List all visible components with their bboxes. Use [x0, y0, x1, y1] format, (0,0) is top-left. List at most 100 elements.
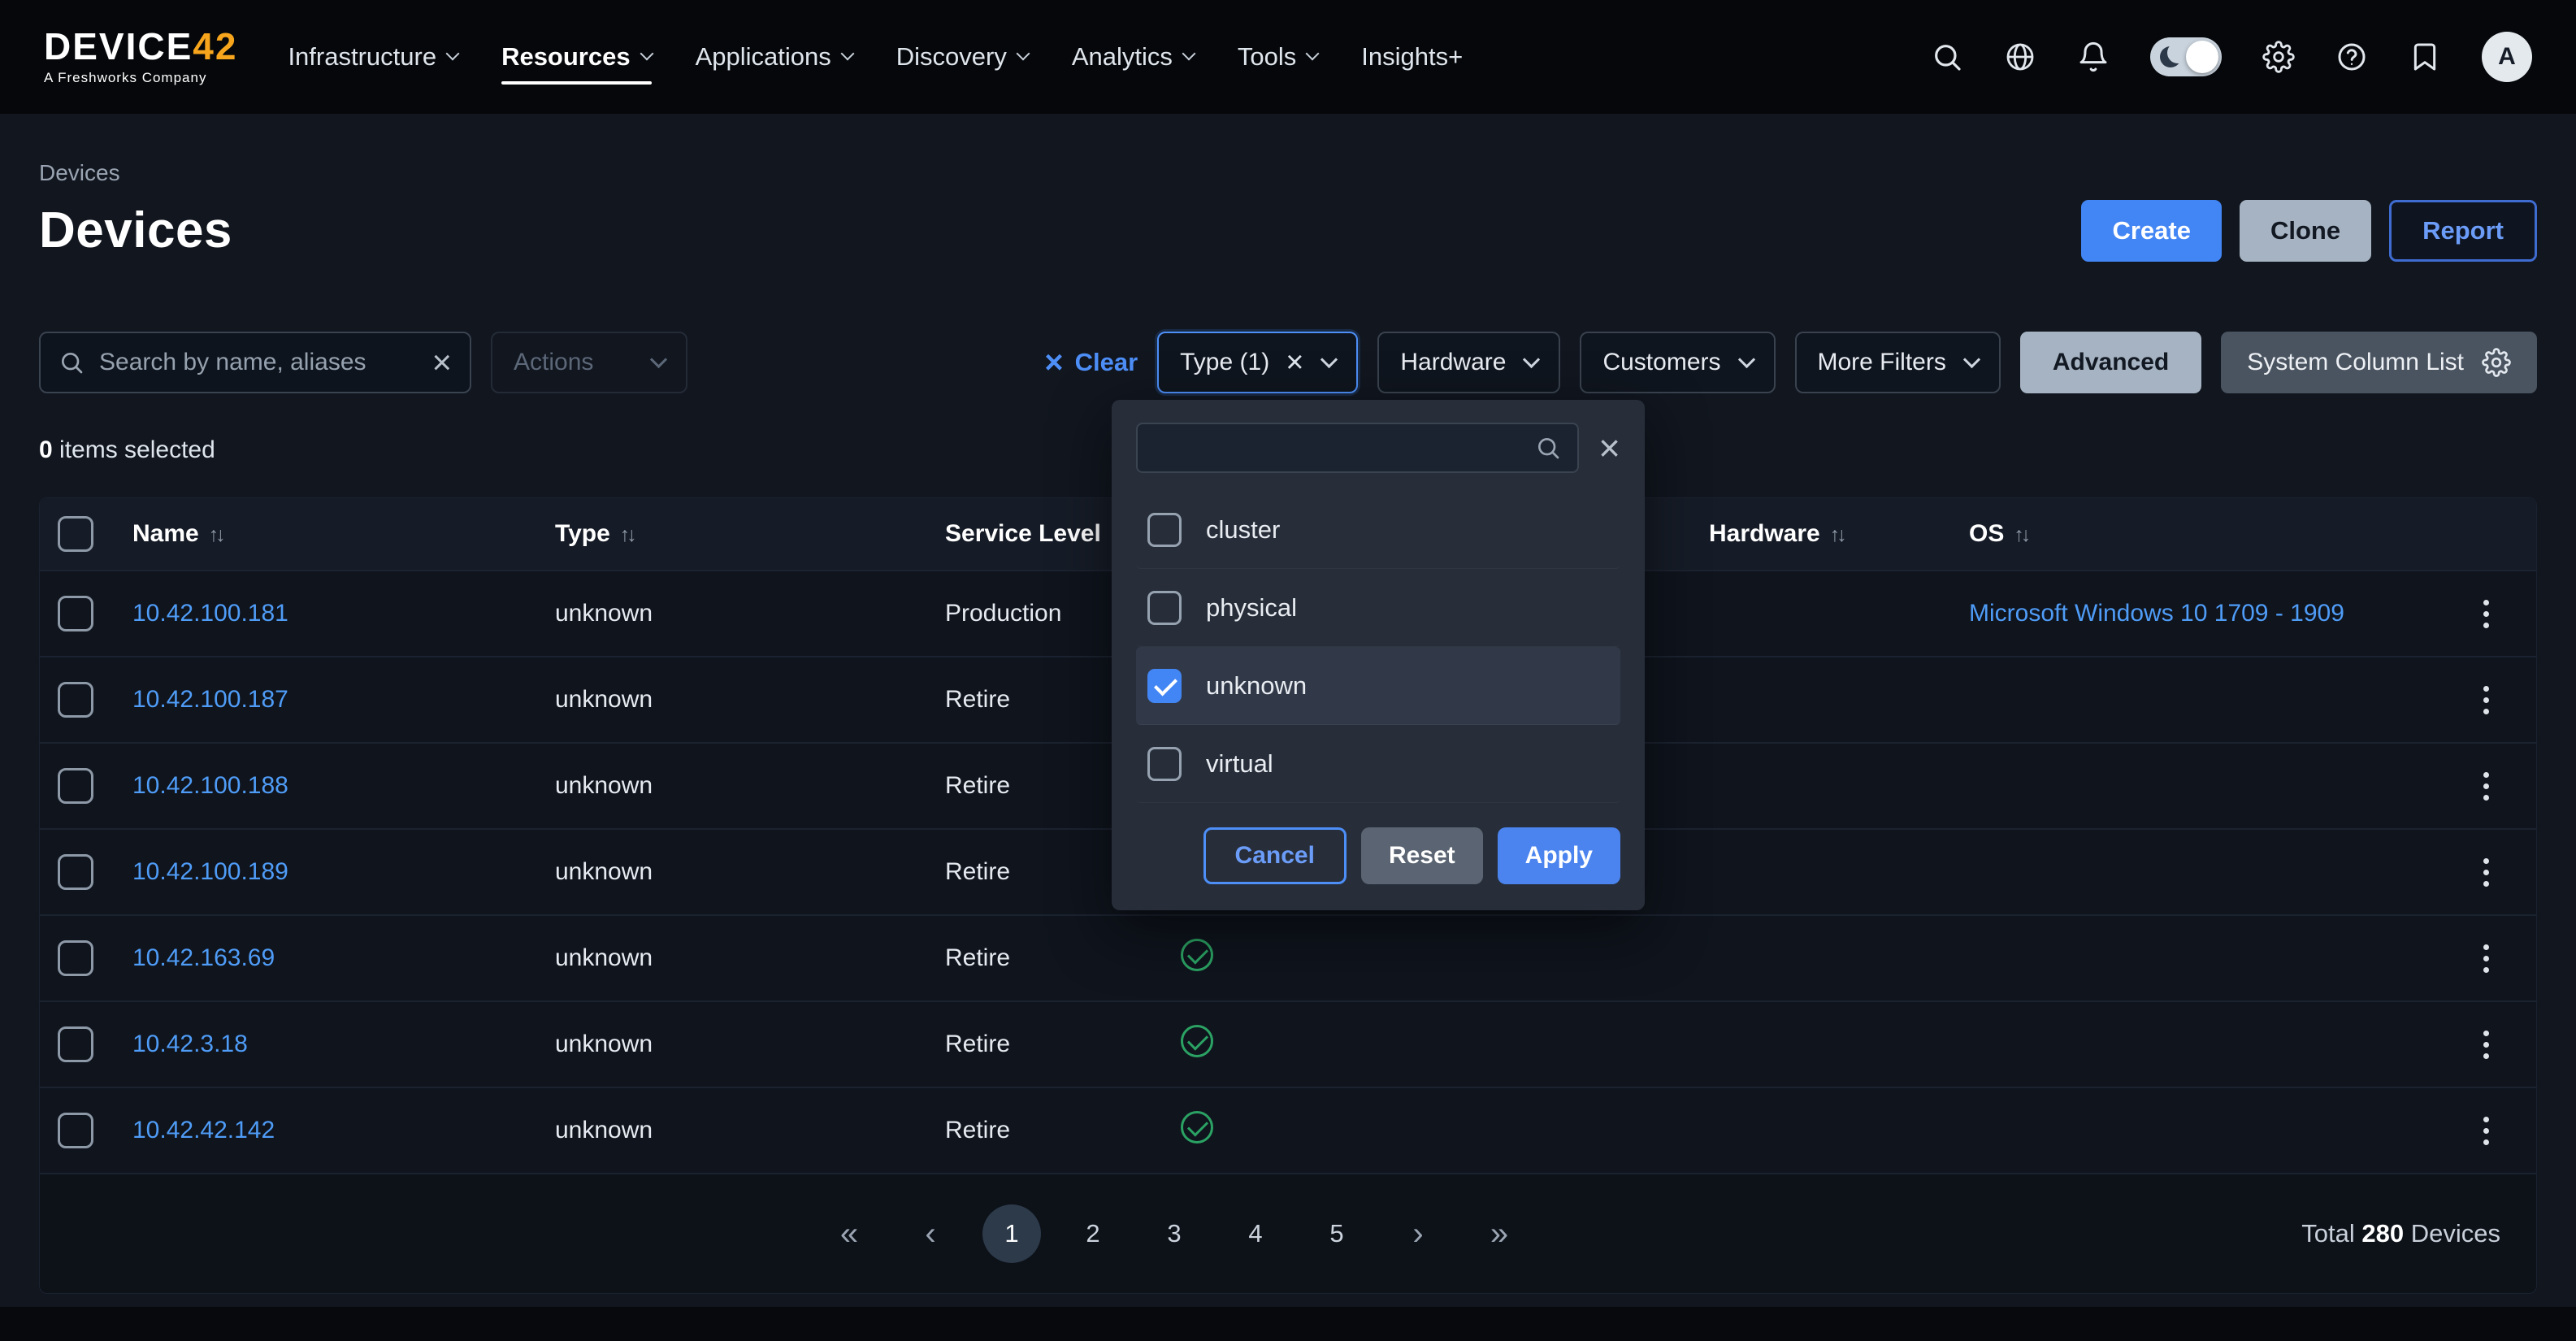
- device-type: unknown: [534, 1031, 924, 1058]
- column-header-name[interactable]: Name ↑↓: [111, 520, 534, 548]
- help-icon[interactable]: [2335, 41, 2368, 73]
- row-menu-icon[interactable]: [2475, 678, 2497, 723]
- row-checkbox[interactable]: [58, 1026, 93, 1062]
- filter-option-virtual[interactable]: virtual: [1136, 725, 1620, 803]
- clear-filters-button[interactable]: × Clear: [1044, 346, 1138, 379]
- bookmark-icon[interactable]: [2409, 41, 2441, 73]
- pagination-page-3[interactable]: 3: [1145, 1204, 1203, 1263]
- checkbox[interactable]: [1147, 513, 1182, 547]
- column-label: Name: [132, 520, 199, 547]
- column-label: Type: [555, 520, 610, 547]
- reset-button[interactable]: Reset: [1361, 827, 1483, 884]
- nav-item-tools[interactable]: Tools: [1238, 34, 1317, 80]
- column-header-type[interactable]: Type ↑↓: [534, 520, 924, 548]
- row-checkbox[interactable]: [58, 768, 93, 804]
- bell-icon[interactable]: [2077, 41, 2110, 73]
- selection-count: 0: [39, 436, 53, 463]
- clear-search-icon[interactable]: ×: [432, 345, 452, 380]
- filter-panel-header: ×: [1136, 423, 1620, 473]
- nav-item-analytics[interactable]: Analytics: [1072, 34, 1194, 80]
- filter-chip-more-filters[interactable]: More Filters: [1795, 332, 2001, 393]
- theme-toggle[interactable]: [2150, 37, 2222, 76]
- device-name-link[interactable]: 10.42.100.189: [132, 858, 288, 885]
- nav-item-label: Insights+: [1361, 42, 1463, 72]
- pagination-page-2[interactable]: 2: [1064, 1204, 1122, 1263]
- select-all-checkbox[interactable]: [58, 516, 93, 552]
- row-checkbox[interactable]: [58, 596, 93, 631]
- search-input[interactable]: [99, 349, 417, 376]
- filter-chip-type[interactable]: Type (1) ×: [1157, 332, 1358, 393]
- device-name-link[interactable]: 10.42.100.181: [132, 600, 288, 627]
- row-menu-icon[interactable]: [2475, 764, 2497, 809]
- actions-dropdown[interactable]: Actions: [491, 332, 687, 393]
- device-name-link[interactable]: 10.42.3.18: [132, 1031, 248, 1057]
- table-footer: « ‹ 1 2 3 4 5 › » Total 280 Devices: [40, 1173, 2536, 1293]
- sort-icon[interactable]: ↑↓: [1830, 523, 1844, 546]
- row-menu-icon[interactable]: [2475, 850, 2497, 895]
- pagination-last[interactable]: »: [1470, 1204, 1529, 1263]
- nav-item-applications[interactable]: Applications: [696, 34, 852, 80]
- row-menu-icon[interactable]: [2475, 592, 2497, 636]
- clear-type-filter-icon[interactable]: ×: [1286, 347, 1303, 378]
- nav-item-label: Resources: [501, 42, 631, 72]
- row-checkbox[interactable]: [58, 1113, 93, 1148]
- report-button[interactable]: Report: [2389, 200, 2537, 262]
- cancel-button[interactable]: Cancel: [1203, 827, 1347, 884]
- pagination-page-4[interactable]: 4: [1226, 1204, 1285, 1263]
- checkbox[interactable]: [1147, 669, 1182, 703]
- row-menu-icon[interactable]: [2475, 936, 2497, 981]
- column-header-hardware[interactable]: Hardware↑↓: [1688, 520, 1948, 548]
- filter-option-cluster[interactable]: cluster: [1136, 491, 1620, 569]
- avatar[interactable]: A: [2482, 32, 2532, 82]
- apply-button[interactable]: Apply: [1498, 827, 1620, 884]
- device-name-link[interactable]: 10.42.42.142: [132, 1117, 275, 1144]
- checkbox[interactable]: [1147, 591, 1182, 625]
- filter-option-label: physical: [1206, 593, 1297, 623]
- nav-item-discovery[interactable]: Discovery: [896, 34, 1028, 80]
- filter-option-unknown[interactable]: unknown: [1136, 647, 1620, 725]
- device-name-link[interactable]: 10.42.163.69: [132, 944, 275, 971]
- nav-item-insights[interactable]: Insights+: [1361, 34, 1463, 80]
- row-checkbox[interactable]: [58, 682, 93, 718]
- device-name-link[interactable]: 10.42.100.188: [132, 772, 288, 799]
- checkbox[interactable]: [1147, 747, 1182, 781]
- row-menu-icon[interactable]: [2475, 1109, 2497, 1153]
- system-column-list-button[interactable]: System Column List: [2221, 332, 2537, 393]
- advanced-button[interactable]: Advanced: [2020, 332, 2201, 393]
- row-checkbox[interactable]: [58, 854, 93, 890]
- pagination-page-1[interactable]: 1: [982, 1204, 1041, 1263]
- nav-item-label: Tools: [1238, 42, 1296, 72]
- chevron-down-icon: [840, 47, 854, 61]
- device-os-link[interactable]: Microsoft Windows 10 1709 - 1909: [1969, 600, 2344, 627]
- column-label: Service Level: [945, 520, 1101, 547]
- chevron-down-icon: [1306, 47, 1320, 61]
- column-header-os[interactable]: OS↑↓: [1948, 520, 2435, 548]
- filter-search-input[interactable]: [1154, 435, 1524, 462]
- search-icon[interactable]: [1931, 41, 1963, 73]
- pagination-prev[interactable]: ‹: [901, 1204, 960, 1263]
- device-type: unknown: [534, 686, 924, 714]
- nav-item-resources[interactable]: Resources: [501, 34, 652, 80]
- pagination-first[interactable]: «: [820, 1204, 878, 1263]
- brand-logo[interactable]: DEVICE42 A Freshworks Company: [44, 28, 237, 86]
- nav-item-infrastructure[interactable]: Infrastructure: [288, 34, 458, 80]
- globe-icon[interactable]: [2004, 41, 2036, 73]
- create-button[interactable]: Create: [2081, 200, 2222, 262]
- breadcrumb[interactable]: Devices: [39, 159, 2537, 187]
- clone-button[interactable]: Clone: [2240, 200, 2371, 262]
- row-checkbox[interactable]: [58, 940, 93, 976]
- pagination-page-5[interactable]: 5: [1308, 1204, 1366, 1263]
- row-menu-icon[interactable]: [2475, 1022, 2497, 1067]
- device-name-link[interactable]: 10.42.100.187: [132, 686, 288, 713]
- pagination-next[interactable]: ›: [1389, 1204, 1447, 1263]
- sort-icon[interactable]: ↑↓: [620, 523, 634, 546]
- status-check-icon: [1181, 1111, 1213, 1144]
- close-icon[interactable]: ×: [1598, 429, 1620, 467]
- filter-chip-hardware[interactable]: Hardware: [1377, 332, 1560, 393]
- gear-icon[interactable]: [2262, 41, 2295, 73]
- sort-icon[interactable]: ↑↓: [209, 523, 223, 546]
- sort-icon[interactable]: ↑↓: [2014, 523, 2027, 546]
- filter-option-physical[interactable]: physical: [1136, 569, 1620, 647]
- nav-item-label: Infrastructure: [288, 42, 436, 72]
- filter-chip-customers[interactable]: Customers: [1580, 332, 1775, 393]
